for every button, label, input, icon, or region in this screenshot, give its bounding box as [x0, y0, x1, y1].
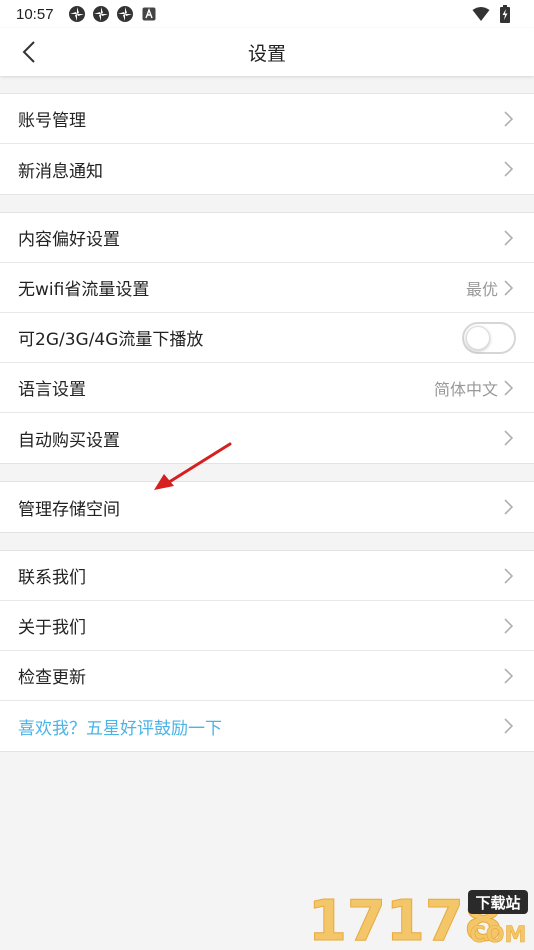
settings-item-label: 可2G/3G/4G流量下播放: [18, 330, 204, 350]
pinwheel-icon: [68, 5, 86, 23]
battery-charging-icon: [496, 5, 514, 23]
settings-item-notifications[interactable]: 新消息通知: [0, 144, 534, 194]
settings-item-label: 语言设置: [18, 380, 86, 400]
settings-item-label: 无wifi省流量设置: [18, 280, 150, 300]
settings-item-contact-us[interactable]: 联系我们: [0, 551, 534, 601]
chevron-right-icon: [504, 718, 514, 734]
settings-group-about: 联系我们 关于我们 检查更新 喜欢我？五星好评鼓励一下: [0, 550, 534, 752]
chevron-right-icon: [504, 279, 514, 296]
settings-group-account: 账号管理 新消息通知: [0, 93, 534, 195]
settings-item-label: 关于我们: [18, 618, 86, 638]
settings-group-storage: 管理存储空间: [0, 481, 534, 533]
chevron-right-icon: [504, 567, 514, 584]
annotation-arrow-icon: [154, 442, 232, 490]
settings-item-label: 检查更新: [18, 668, 86, 688]
chevron-right-icon: [504, 161, 514, 177]
settings-item-mobile-playback: 可2G/3G/4G流量下播放: [0, 313, 534, 363]
settings-item-label: 联系我们: [18, 568, 86, 588]
settings-item-label: 喜欢我？五星好评鼓励一下: [18, 718, 222, 739]
status-time: 10:57: [16, 5, 54, 23]
settings-item-rate-app[interactable]: 喜欢我？五星好评鼓励一下: [0, 701, 534, 751]
settings-item-label: 自动购买设置: [18, 430, 120, 451]
settings-item-label: 账号管理: [18, 111, 86, 131]
chevron-left-icon: [22, 41, 35, 63]
settings-item-value: 简体中文: [433, 379, 498, 399]
pinwheel-icon: [92, 5, 110, 23]
page-title: 设置: [247, 42, 286, 65]
settings-item-content-preferences[interactable]: 内容偏好设置: [0, 213, 534, 263]
chevron-right-icon: [504, 110, 514, 127]
settings-item-value: 最优: [465, 279, 498, 299]
watermark-badge: 下载站: [475, 894, 520, 912]
settings-item-check-update[interactable]: 检查更新: [0, 651, 534, 701]
settings-item-language[interactable]: 语言设置 简体中文: [0, 363, 534, 413]
settings-item-manage-storage[interactable]: 管理存储空间: [0, 482, 534, 532]
chevron-right-icon: [504, 430, 514, 446]
chevron-right-icon: [504, 229, 514, 246]
watermark-logo: 17178 下载站 COM: [308, 889, 528, 946]
pinwheel-icon: [116, 5, 134, 23]
settings-item-auto-purchase[interactable]: 自动购买设置: [0, 413, 534, 463]
settings-item-label: 内容偏好设置: [18, 230, 120, 250]
watermark-com: COM: [470, 923, 527, 946]
status-bar: 10:57: [0, 0, 534, 28]
chevron-right-icon: [504, 499, 514, 515]
mobile-playback-toggle[interactable]: [462, 321, 516, 354]
chevron-right-icon: [504, 379, 514, 396]
toggle-knob: [466, 325, 490, 350]
settings-item-account[interactable]: 账号管理: [0, 94, 534, 144]
a-icon: [140, 5, 158, 23]
settings-group-content: 内容偏好设置 无wifi省流量设置 最优 可2G/3G/4G流量下播放 语言设置…: [0, 212, 534, 464]
back-button[interactable]: [18, 40, 42, 64]
settings-item-label: 新消息通知: [18, 161, 103, 182]
settings-item-data-saver[interactable]: 无wifi省流量设置 最优: [0, 263, 534, 313]
settings-item-label: 管理存储空间: [18, 499, 120, 520]
wifi-icon: [472, 5, 490, 23]
top-app-bar: 设置: [0, 28, 534, 76]
chevron-right-icon: [504, 617, 514, 634]
chevron-right-icon: [504, 667, 514, 684]
settings-item-about-us[interactable]: 关于我们: [0, 601, 534, 651]
